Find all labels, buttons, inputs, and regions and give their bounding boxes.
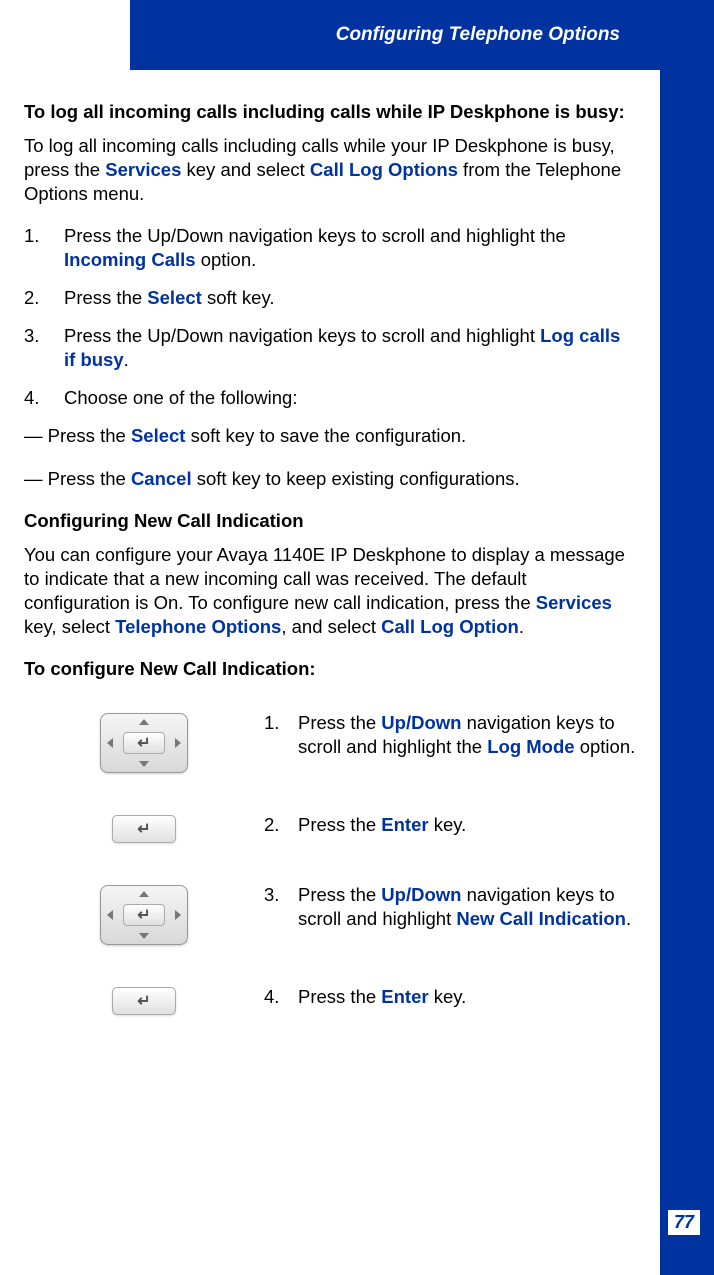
text: — Press the xyxy=(24,468,131,489)
section1-steps: Press the Up/Down navigation keys to scr… xyxy=(24,224,636,410)
text: option. xyxy=(196,249,257,270)
step-number: 3. xyxy=(264,883,298,931)
enter-key-icon: ↵ xyxy=(112,815,176,843)
term-services: Services xyxy=(105,159,181,180)
section1-intro: To log all incoming calls including call… xyxy=(24,134,636,206)
side-bar xyxy=(660,0,714,1275)
term-up-down: Up/Down xyxy=(381,712,461,733)
text: soft key to save the configuration. xyxy=(185,425,466,446)
text: option. xyxy=(575,736,636,757)
list-item: Press the Up/Down navigation keys to scr… xyxy=(24,324,636,372)
step-number: 2. xyxy=(264,813,298,837)
text: . xyxy=(626,908,631,929)
icon-step-row: ↵ 2. Press the Enter key. xyxy=(24,813,636,843)
text: Press the xyxy=(64,287,147,308)
header-title: Configuring Telephone Options xyxy=(336,24,620,46)
section2-subheading: To configure New Call Indication: xyxy=(24,657,636,681)
list-item: Press the Up/Down navigation keys to scr… xyxy=(24,224,636,272)
text: Press the xyxy=(298,712,381,733)
term-services: Services xyxy=(536,592,612,613)
step-number: 4. xyxy=(264,985,298,1009)
text: Press the xyxy=(298,814,381,835)
section2-intro: You can configure your Avaya 1140E IP De… xyxy=(24,543,636,639)
term-enter: Enter xyxy=(381,814,428,835)
navigation-key-icon: ↵ xyxy=(100,713,188,773)
term-select: Select xyxy=(131,425,186,446)
term-up-down: Up/Down xyxy=(381,884,461,905)
text: . xyxy=(519,616,524,637)
term-enter: Enter xyxy=(381,986,428,1007)
text: key and select xyxy=(181,159,310,180)
text: — Press the xyxy=(24,425,131,446)
text: key. xyxy=(429,986,467,1007)
text: key, select xyxy=(24,616,115,637)
term-cancel: Cancel xyxy=(131,468,192,489)
text: , and select xyxy=(281,616,381,637)
step-body: Press the Enter key. xyxy=(298,985,636,1009)
text: Choose one of the following: xyxy=(64,387,297,408)
text: . xyxy=(124,349,129,370)
enter-key-icon: ↵ xyxy=(112,987,176,1015)
dash-option-select: — Press the Select soft key to save the … xyxy=(24,424,636,448)
text: soft key to keep existing configurations… xyxy=(192,468,520,489)
text: Press the xyxy=(298,986,381,1007)
term-select: Select xyxy=(147,287,202,308)
page-content: To log all incoming calls including call… xyxy=(24,100,636,1055)
term-log-mode: Log Mode xyxy=(487,736,574,757)
section2-heading: Configuring New Call Indication xyxy=(24,509,636,533)
page-number: 77 xyxy=(674,1212,694,1232)
text: soft key. xyxy=(202,287,275,308)
term-call-log-option: Call Log Option xyxy=(381,616,519,637)
term-telephone-options: Telephone Options xyxy=(115,616,281,637)
term-incoming-calls: Incoming Calls xyxy=(64,249,196,270)
list-item: Press the Select soft key. xyxy=(24,286,636,310)
icon-step-row: ↵ 3. Press the Up/Down navigation keys t… xyxy=(24,883,636,945)
icon-step-row: ↵ 1. Press the Up/Down navigation keys t… xyxy=(24,711,636,773)
step-body: Press the Up/Down navigation keys to scr… xyxy=(298,883,636,931)
term-call-log-options: Call Log Options xyxy=(310,159,458,180)
navigation-key-icon: ↵ xyxy=(100,885,188,945)
text: Press the Up/Down navigation keys to scr… xyxy=(64,225,566,246)
step-body: Press the Enter key. xyxy=(298,813,636,837)
header-bar: Configuring Telephone Options xyxy=(130,0,660,70)
term-new-call-indication: New Call Indication xyxy=(456,908,626,929)
step-body: Press the Up/Down navigation keys to scr… xyxy=(298,711,636,759)
section1-heading: To log all incoming calls including call… xyxy=(24,100,636,124)
text: Press the xyxy=(298,884,381,905)
list-item: Choose one of the following: xyxy=(24,386,636,410)
dash-option-cancel: — Press the Cancel soft key to keep exis… xyxy=(24,467,636,491)
page-number-box: 77 xyxy=(668,1210,700,1235)
text: key. xyxy=(429,814,467,835)
step-number: 1. xyxy=(264,711,298,759)
text: Press the Up/Down navigation keys to scr… xyxy=(64,325,540,346)
icon-step-list: ↵ 1. Press the Up/Down navigation keys t… xyxy=(24,711,636,1015)
icon-step-row: ↵ 4. Press the Enter key. xyxy=(24,985,636,1015)
